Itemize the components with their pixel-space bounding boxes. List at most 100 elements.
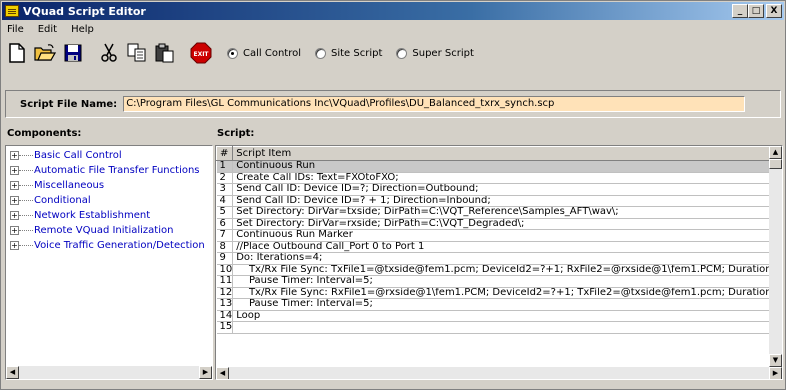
paste-icon[interactable] xyxy=(153,41,177,65)
scroll-right-arrow-icon[interactable]: ▶ xyxy=(769,367,782,379)
table-row[interactable]: 15 xyxy=(216,321,782,334)
row-number: 15 xyxy=(216,321,234,334)
tree-item-label: Miscellaneous xyxy=(34,180,105,191)
expand-icon[interactable]: + xyxy=(10,166,19,175)
script-item-cell[interactable]: Pause Timer: Interval=5; xyxy=(232,298,782,311)
table-row[interactable]: 6 Set Directory: DirVar=rxside; DirPath=C… xyxy=(216,218,782,230)
script-file-name-field[interactable]: C:\Program Files\GL Communications Inc\V… xyxy=(123,96,746,112)
expand-icon[interactable]: + xyxy=(10,226,19,235)
table-row[interactable]: 12 Tx/Rx File Sync: RxFile1=@rxside@1\fe… xyxy=(216,287,782,299)
column-header-number[interactable]: # xyxy=(216,146,234,161)
tree-item-voice-traffic[interactable]: + Voice Traffic Generation/Detection xyxy=(6,238,212,253)
tree-item-label: Voice Traffic Generation/Detection xyxy=(34,240,205,251)
row-number: 2 xyxy=(216,172,234,184)
components-label: Components: xyxy=(7,128,82,139)
radio-site-script[interactable]: Site Script xyxy=(315,47,383,59)
new-file-icon[interactable] xyxy=(5,41,29,65)
tree-item-label: Conditional xyxy=(34,195,91,206)
script-item-cell[interactable]: Pause Timer: Interval=5; xyxy=(232,275,782,288)
minimize-button[interactable]: _ xyxy=(732,4,748,18)
table-row[interactable]: 4 Send Call ID: Device ID=? + 1; Directio… xyxy=(216,195,782,207)
app-icon xyxy=(5,5,19,17)
script-item-cell[interactable]: Loop xyxy=(232,310,782,322)
tree-item-miscellaneous[interactable]: + Miscellaneous xyxy=(6,178,212,193)
table-row[interactable]: 13 Pause Timer: Interval=5; xyxy=(216,298,782,311)
table-row[interactable]: 1 Continuous Run xyxy=(216,160,782,173)
script-item-cell[interactable] xyxy=(232,321,782,334)
components-tree[interactable]: + Basic Call Control + Automatic File Tr… xyxy=(5,145,213,380)
scroll-down-arrow-icon[interactable]: ▼ xyxy=(769,354,782,367)
script-item-cell[interactable]: Send Call ID: Device ID=?; Direction=Out… xyxy=(232,183,782,196)
scroll-up-arrow-icon[interactable]: ▲ xyxy=(769,146,782,159)
script-item-cell[interactable]: Send Call ID: Device ID=? + 1; Direction… xyxy=(232,195,782,207)
tree-item-automatic-file-transfer[interactable]: + Automatic File Transfer Functions xyxy=(6,163,212,178)
radio-button[interactable] xyxy=(396,47,408,59)
exit-label: EXIT xyxy=(193,51,209,58)
save-icon[interactable] xyxy=(61,41,85,65)
script-item-cell[interactable]: //Place Outbound Call_Port 0 to Port 1 xyxy=(232,241,782,253)
script-item-cell[interactable]: Tx/Rx File Sync: TxFile1=@txside@fem1.pc… xyxy=(232,264,782,276)
cut-icon[interactable] xyxy=(97,41,121,65)
tree-item-conditional[interactable]: + Conditional xyxy=(6,193,212,208)
scroll-right-arrow-icon[interactable]: ▶ xyxy=(199,366,212,379)
row-number: 7 xyxy=(216,229,234,242)
scroll-thumb[interactable] xyxy=(769,159,782,169)
table-row[interactable]: 10 Tx/Rx File Sync: TxFile1=@txside@fem1… xyxy=(216,264,782,276)
radio-label: Site Script xyxy=(331,47,383,59)
radio-label: Call Control xyxy=(243,47,301,59)
table-row[interactable]: 11 Pause Timer: Interval=5; xyxy=(216,275,782,288)
row-number: 6 xyxy=(216,218,234,230)
table-row[interactable]: 9 Do: Iterations=4; xyxy=(216,252,782,265)
script-vertical-scrollbar[interactable]: ▲ ▼ xyxy=(769,146,782,367)
script-item-cell[interactable]: Set Directory: DirVar=rxside; DirPath=C:… xyxy=(232,218,782,230)
tree-item-label: Network Establishment xyxy=(34,210,151,221)
table-row[interactable]: 8//Place Outbound Call_Port 0 to Port 1 xyxy=(216,241,782,253)
row-number: 5 xyxy=(216,206,234,219)
menu-edit[interactable]: Edit xyxy=(36,24,59,35)
table-row[interactable]: 14 Loop xyxy=(216,310,782,322)
tree-item-label: Basic Call Control xyxy=(34,150,122,161)
components-horizontal-scrollbar[interactable]: ◀ ▶ xyxy=(6,366,212,379)
script-item-cell[interactable]: Tx/Rx File Sync: RxFile1=@rxside@1\fem1.… xyxy=(232,287,782,299)
tree-item-network-establishment[interactable]: + Network Establishment xyxy=(6,208,212,223)
maximize-button[interactable]: □ xyxy=(748,4,764,18)
script-item-cell[interactable]: Set Directory: DirVar=txside; DirPath=C:… xyxy=(232,206,782,219)
menu-help[interactable]: Help xyxy=(69,24,96,35)
scroll-left-arrow-icon[interactable]: ◀ xyxy=(6,366,19,379)
column-header-script-item[interactable]: Script Item xyxy=(232,146,782,161)
copy-icon[interactable] xyxy=(125,41,149,65)
script-grid[interactable]: # Script Item 1 Continuous Run 2 Create Cal… xyxy=(215,145,783,380)
table-row[interactable]: 5 Set Directory: DirVar=txside; DirPath=C… xyxy=(216,206,782,219)
scroll-left-arrow-icon[interactable]: ◀ xyxy=(216,367,229,379)
script-horizontal-scrollbar[interactable]: ◀ ▶ xyxy=(216,367,782,379)
tree-item-label: Automatic File Transfer Functions xyxy=(34,165,200,176)
row-number: 8 xyxy=(216,241,234,253)
radio-button-checked[interactable] xyxy=(227,47,238,59)
row-number: 12 xyxy=(216,287,234,299)
script-item-cell[interactable]: Continuous Run xyxy=(232,160,782,173)
menu-file[interactable]: File xyxy=(5,24,26,35)
table-row[interactable]: 7 Continuous Run Marker xyxy=(216,229,782,242)
expand-icon[interactable]: + xyxy=(10,196,19,205)
script-item-cell[interactable]: Do: Iterations=4; xyxy=(232,252,782,265)
row-number: 10 xyxy=(216,264,234,276)
radio-super-script[interactable]: Super Script xyxy=(396,47,474,59)
expand-icon[interactable]: + xyxy=(10,151,19,160)
close-button[interactable]: X xyxy=(766,4,782,18)
open-folder-icon[interactable] xyxy=(33,41,57,65)
exit-icon[interactable]: EXIT xyxy=(189,41,213,65)
expand-icon[interactable]: + xyxy=(10,241,19,250)
title-bar[interactable]: VQuad Script Editor _ □ X xyxy=(2,2,784,20)
expand-icon[interactable]: + xyxy=(10,181,19,190)
tree-item-basic-call-control[interactable]: + Basic Call Control xyxy=(6,148,212,163)
expand-icon[interactable]: + xyxy=(10,211,19,220)
radio-button[interactable] xyxy=(315,47,326,59)
tree-item-remote-vquad-init[interactable]: + Remote VQuad Initialization xyxy=(6,223,212,238)
radio-call-control[interactable]: Call Control xyxy=(227,47,301,59)
toolbar: EXIT Call Control Site Script Super Scri… xyxy=(1,38,785,68)
table-row[interactable]: 3 Send Call ID: Device ID=?; Direction=Ou… xyxy=(216,183,782,196)
script-item-cell[interactable]: Continuous Run Marker xyxy=(232,229,782,242)
script-item-cell[interactable]: Create Call IDs: Text=FXOtoFXO; xyxy=(232,172,782,184)
table-row[interactable]: 2 Create Call IDs: Text=FXOtoFXO; xyxy=(216,172,782,184)
script-file-label: Script File Name: xyxy=(20,98,118,110)
